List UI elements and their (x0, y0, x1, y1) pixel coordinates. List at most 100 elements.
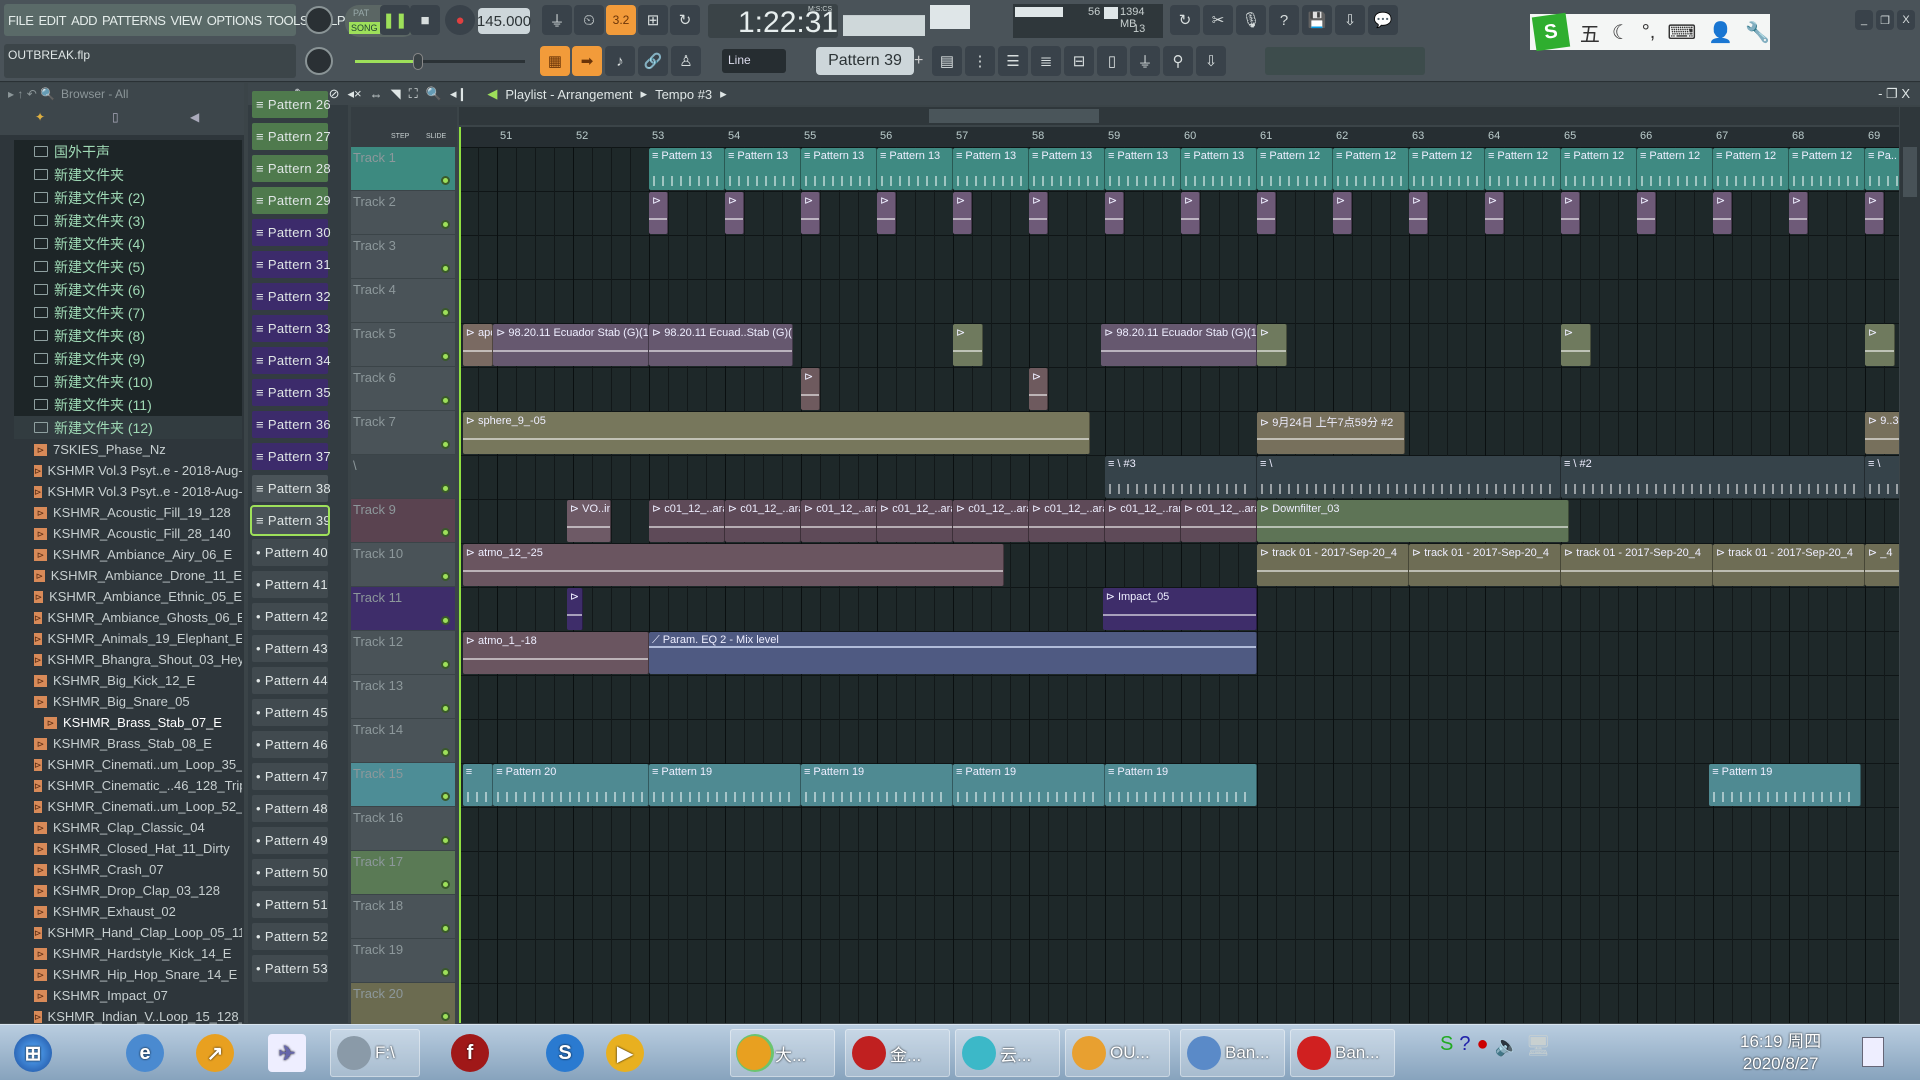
record-button[interactable]: ● (445, 5, 475, 35)
pattern-clip[interactable]: ≡ Pattern 13 (649, 148, 725, 190)
pattern-picker-item[interactable]: • Pattern 53 (252, 955, 328, 982)
audio-clip[interactable]: ⊳ 9..3 (1865, 412, 1899, 454)
audio-clip[interactable]: ⊳ c01_12_..ara (649, 500, 725, 542)
pattern-clip[interactable]: ≡ Pattern 19 (953, 764, 1105, 806)
pattern-clip[interactable]: ≡ Pattern 13 (1181, 148, 1257, 190)
pattern-clip[interactable]: ≡ Pa.. (1865, 148, 1899, 190)
browser-file[interactable]: ⊳ KSHMR_Big_Kick_12_E (14, 670, 242, 691)
pattern-clip[interactable]: ≡ Pattern 19 (649, 764, 801, 806)
browser-folder[interactable]: 新建文件夹 (10) (14, 370, 242, 393)
taskbar-window[interactable]: 金... (845, 1029, 950, 1077)
audio-clip[interactable]: ⊳ track 01 - 2017-Sep-20_4 (1409, 544, 1561, 586)
browser-folder[interactable]: 新建文件夹 (5) (14, 255, 242, 278)
pause-button[interactable]: ❚❚ (380, 5, 410, 35)
audio-clip[interactable]: ⊳ (1181, 192, 1200, 234)
audio-clip[interactable]: ⊳ (1561, 192, 1580, 234)
snap-selector[interactable]: Line (722, 49, 786, 73)
piano-roll-icon[interactable]: ▤ (932, 46, 962, 76)
pattern-clip[interactable]: ≡ \ #3 (1105, 456, 1257, 498)
pattern-picker-item[interactable]: ≡ Pattern 38 (252, 475, 331, 502)
save-icon[interactable]: 💾 (1302, 5, 1332, 35)
browser-file[interactable]: ⊳ KSHMR_Hardstyle_Kick_14_E (14, 943, 242, 964)
tempo-tapper-icon[interactable]: ⚲ (1163, 46, 1193, 76)
plugin-icon[interactable]: ▯ (1097, 46, 1127, 76)
audio-clip[interactable]: ⊳ (801, 192, 820, 234)
playhead[interactable] (459, 127, 461, 1023)
audio-clip[interactable]: ⊳ (1333, 192, 1352, 234)
taskbar-window[interactable]: F:\ (330, 1029, 420, 1077)
browser-icon[interactable]: ≣ (1031, 46, 1061, 76)
help-icon[interactable]: ? (1269, 5, 1299, 35)
browser-file[interactable]: ⊳ 7SKIES_Phase_Nz (14, 439, 242, 460)
audio-clip[interactable]: ⊳ (649, 192, 668, 234)
audio-clip[interactable]: ⊳ (1865, 192, 1884, 234)
audio-clip[interactable]: ⊳ atmo_12_-25 (462, 544, 1004, 586)
stop-button[interactable]: ■ (410, 5, 440, 35)
clock[interactable]: 16:19 周四 2020/8/27 (1740, 1031, 1821, 1075)
audio-clip[interactable]: ⊳ (1257, 324, 1288, 366)
playlist-window-controls[interactable]: - ❐ X (1878, 86, 1910, 102)
app-taskbar-icon[interactable]: ↗ (190, 1029, 240, 1077)
channel-rack-icon[interactable]: ⋮ (965, 46, 995, 76)
audio-clip[interactable]: ⊳ Downfilter_03 (1257, 500, 1569, 542)
audio-clip[interactable]: ⊳ (1105, 192, 1124, 234)
track-mute-led[interactable] (441, 308, 450, 317)
breadcrumb[interactable]: Tempo #3 (655, 87, 712, 102)
pattern-picker[interactable]: ≡ Pattern 26 ≡ Pattern 27 ≡ Pattern 28 ≡ Patter… (248, 91, 348, 1023)
audio-clip[interactable]: ⊳ (1029, 192, 1048, 234)
menu-options[interactable]: OPTIONS (207, 13, 263, 28)
minimize-button[interactable]: _ (1855, 10, 1873, 30)
playlist-vertical-scrollbar[interactable] (1900, 107, 1920, 1023)
audio-clip[interactable]: ⊳ c01_12_..ara (801, 500, 877, 542)
pattern-picker-item[interactable]: • Pattern 51 (252, 891, 328, 918)
taskbar-window[interactable]: Ban... (1290, 1029, 1395, 1077)
track-header[interactable]: Track 19 (351, 939, 455, 982)
track-header[interactable]: Track 14 (351, 719, 455, 762)
pattern-clip[interactable]: ≡ Pattern 13 (801, 148, 877, 190)
browser-file[interactable]: ⊳ KSHMR_Ambiance_Drone_11_E (14, 565, 242, 586)
menu-tools[interactable]: TOOLS (267, 13, 309, 28)
audio-clip[interactable]: ⊳ (566, 588, 583, 630)
player-taskbar-button[interactable]: ▶ (600, 1029, 650, 1077)
audio-clip[interactable]: ⊳ (953, 324, 984, 366)
playlist-overview-scrollbar[interactable] (459, 107, 1899, 125)
mixer-icon[interactable]: ☰ (998, 46, 1028, 76)
show-desktop-button[interactable] (1862, 1037, 1884, 1067)
pattern-picker-item[interactable]: ≡ Pattern 29 (252, 187, 331, 214)
track-mute-led[interactable] (441, 924, 450, 933)
track-header[interactable]: Track 15 (351, 763, 455, 806)
taskbar-window[interactable]: 云... (955, 1029, 1060, 1077)
mail-taskbar-icon[interactable]: ✈ (262, 1029, 312, 1077)
pattern-clip[interactable]: ≡ Pattern 12 (1789, 148, 1865, 190)
pattern-picker-item[interactable]: • Pattern 46 (252, 731, 328, 758)
audio-clip[interactable]: ⊳ c01_12_..ara (1181, 500, 1257, 542)
master-volume-slider[interactable] (355, 53, 525, 70)
audio-clip[interactable]: ⊳apc (462, 324, 494, 366)
track-header[interactable]: Track 9 (351, 499, 455, 542)
menu-patterns[interactable]: PATTERNS (102, 13, 166, 28)
browser-folder[interactable]: 新建文件夹 (11) (14, 393, 242, 416)
browser-file[interactable]: ⊳ KSHMR Vol.3 Psyt..e - 2018-Aug-22_3 (14, 481, 242, 502)
browser-file[interactable]: ⊳ KSHMR_Ambiance_Airy_06_E (14, 544, 242, 565)
user-icon[interactable]: 👤 (1708, 20, 1733, 45)
track-header[interactable]: Track 17 (351, 851, 455, 894)
export-icon[interactable]: ⇩ (1335, 5, 1365, 35)
track-mute-led[interactable] (441, 880, 450, 889)
pattern-picker-item[interactable]: ≡ Pattern 35 (252, 379, 331, 406)
pattern-clip[interactable]: ≡ Pattern 13 (953, 148, 1029, 190)
track-mute-led[interactable] (441, 968, 450, 977)
audio-clip[interactable]: ⊳ VO..in (566, 500, 611, 542)
browser-file[interactable]: ⊳ KSHMR_Hip_Hop_Snare_14_E (14, 964, 242, 985)
flash-taskbar-button[interactable]: f (445, 1029, 495, 1077)
pattern-picker-item[interactable]: ≡ Pattern 33 (252, 315, 331, 342)
track-header[interactable]: Track 6 (351, 367, 455, 410)
pattern-picker-item[interactable]: ≡ Pattern 37 (252, 443, 331, 470)
audio-clip[interactable]: ⊳ (1029, 368, 1048, 410)
playback-icon[interactable]: ◂❙ (450, 86, 467, 102)
menu-file[interactable]: FILE (8, 13, 34, 28)
track-mute-led[interactable] (441, 616, 450, 625)
pattern-picker-item[interactable]: • Pattern 50 (252, 859, 328, 886)
browser-folder[interactable]: 新建文件夹 (3) (14, 209, 242, 232)
track-mute-led[interactable] (441, 572, 450, 581)
audio-clip[interactable]: ⊳ Impact_05 (1102, 588, 1257, 630)
